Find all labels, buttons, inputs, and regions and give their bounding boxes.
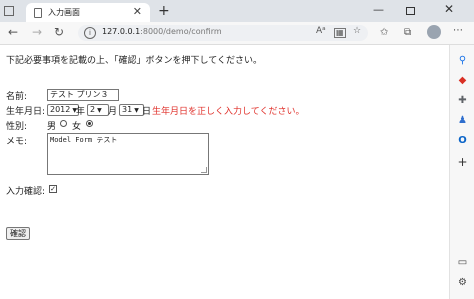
- window-menu-icon[interactable]: [4, 6, 14, 16]
- memo-text: Model Form テスト: [50, 136, 118, 144]
- tab-close-icon[interactable]: ✕: [133, 5, 142, 18]
- page-favicon-icon: [34, 8, 42, 18]
- gender-female-radio[interactable]: [86, 120, 93, 127]
- instruction-text: 下記必要事項を記載の上、「確認」ボタンを押下してください。: [6, 56, 262, 66]
- collections-icon[interactable]: ⧉: [404, 27, 411, 38]
- tab-title: 入力画面: [48, 8, 80, 17]
- reload-button[interactable]: ↻: [54, 25, 64, 39]
- day-unit: 日: [142, 107, 152, 117]
- month-unit: 月: [108, 107, 118, 117]
- sidebar-tools-icon[interactable]: ✚: [457, 95, 468, 106]
- memo-label: メモ:: [6, 137, 28, 147]
- gender-female-label: 女: [72, 122, 82, 132]
- favorite-star-icon[interactable]: ☆: [353, 26, 361, 36]
- address-bar[interactable]: i 127.0.0.1:8000/demo/confirm Aᵃ ▦ ☆: [78, 25, 368, 41]
- chevron-down-icon: ▼: [134, 107, 139, 114]
- profile-avatar[interactable]: [427, 25, 441, 39]
- sidebar-hide-icon[interactable]: ▭: [457, 257, 468, 268]
- chevron-down-icon: ▼: [97, 107, 102, 114]
- confirm-checkbox[interactable]: ✓: [49, 185, 57, 193]
- page-content: 下記必要事項を記載の上、「確認」ボタンを押下してください。 名前: テスト プリ…: [0, 45, 448, 299]
- app-available-icon[interactable]: ▦: [334, 28, 346, 38]
- maximize-button[interactable]: [406, 7, 415, 15]
- new-tab-button[interactable]: +: [158, 3, 170, 19]
- sidebar-search-icon[interactable]: ⚲: [457, 55, 468, 66]
- read-aloud-icon[interactable]: Aᵃ: [316, 26, 326, 36]
- gender-male-label: 男: [47, 122, 57, 132]
- minimize-button[interactable]: —: [373, 3, 384, 16]
- sidebar-add-icon[interactable]: +: [457, 156, 468, 168]
- forward-button[interactable]: →: [32, 25, 42, 39]
- day-select[interactable]: 31 ▼: [119, 104, 144, 116]
- site-info-icon[interactable]: i: [84, 27, 96, 39]
- name-label: 名前:: [6, 92, 28, 102]
- confirm-button[interactable]: 確認: [6, 227, 30, 240]
- birthdate-label: 生年月日:: [6, 107, 46, 117]
- favorites-icon[interactable]: ✩: [380, 27, 388, 38]
- url-text[interactable]: 127.0.0.1:8000/demo/confirm: [102, 27, 222, 36]
- birthdate-error: 生年月日を正しく入力してください。: [152, 107, 305, 117]
- edge-sidebar: ⚲ ◆ ✚ ♟ O + ▭ ⚙: [449, 45, 474, 299]
- memo-textarea[interactable]: Model Form テスト: [47, 133, 209, 175]
- gender-male-radio[interactable]: [60, 120, 67, 127]
- more-menu-icon[interactable]: ⋯: [453, 25, 463, 36]
- close-window-button[interactable]: ✕: [444, 2, 454, 16]
- gender-label: 性別:: [6, 122, 28, 132]
- sidebar-games-icon[interactable]: ♟: [457, 115, 468, 126]
- name-input[interactable]: テスト プリン３: [47, 89, 119, 101]
- back-button[interactable]: ←: [8, 25, 18, 39]
- year-unit: 年: [76, 107, 86, 117]
- sidebar-settings-icon[interactable]: ⚙: [457, 277, 468, 288]
- resize-grip-icon[interactable]: [201, 167, 207, 173]
- sidebar-outlook-icon[interactable]: O: [457, 135, 468, 146]
- title-bar: 入力画面 ✕ + — ✕: [0, 0, 474, 22]
- year-select[interactable]: 2012 ▼: [47, 104, 79, 116]
- tab-current[interactable]: 入力画面 ✕: [26, 3, 150, 22]
- sidebar-shopping-icon[interactable]: ◆: [457, 75, 468, 86]
- confirm-label: 入力確認:: [6, 187, 46, 197]
- month-select[interactable]: 2 ▼: [87, 104, 109, 116]
- browser-toolbar: ← → ↻ i 127.0.0.1:8000/demo/confirm Aᵃ ▦…: [0, 22, 474, 45]
